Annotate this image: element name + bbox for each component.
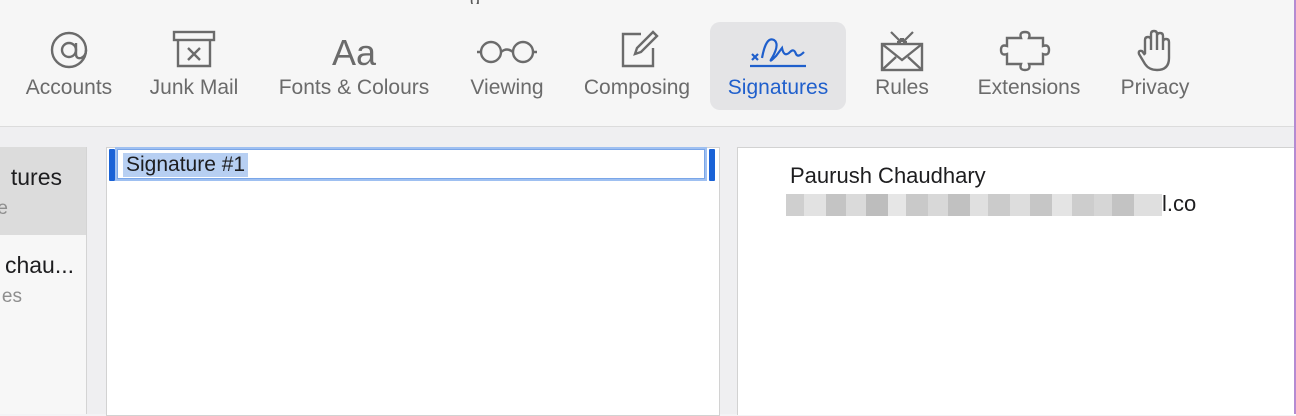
compose-pencil-icon <box>570 28 704 72</box>
signature-name-text: Signature #1 <box>123 153 249 177</box>
tab-rules[interactable]: Rules <box>860 22 944 110</box>
selection-indicator <box>109 149 115 181</box>
tab-viewing[interactable]: Viewing <box>458 22 556 110</box>
tab-extensions[interactable]: Extensions <box>964 22 1094 110</box>
tab-junk-mail[interactable]: Junk Mail <box>138 22 250 110</box>
tab-fonts-colours-label: Fonts & Colours <box>278 76 430 99</box>
at-sign-icon <box>14 28 124 72</box>
preferences-toolbar: g Accounts Junk Mail Aa Fon <box>0 0 1296 127</box>
list-item-all-signatures[interactable]: tures e <box>0 147 86 235</box>
accounts-list: tures e chau... es <box>0 147 87 414</box>
signature-icon <box>710 28 846 72</box>
tab-viewing-label: Viewing <box>470 76 544 99</box>
signature-editor[interactable]: Paurush Chaudhary l.co <box>737 147 1296 415</box>
tab-composing[interactable]: Composing <box>570 22 704 110</box>
signatures-list: Signature #1 <box>106 147 720 416</box>
tab-accounts-label: Accounts <box>25 76 113 99</box>
tab-composing-label: Composing <box>583 76 691 99</box>
account-subtitle: es <box>1 286 22 307</box>
font-aa-icon: Aa <box>264 28 444 72</box>
signature-name-field[interactable]: Signature #1 <box>117 149 705 179</box>
envelope-rules-icon <box>860 28 944 72</box>
tab-accounts[interactable]: Accounts <box>14 22 124 110</box>
list-item-signature[interactable]: Signature #1 <box>109 149 715 181</box>
svg-text:Aa: Aa <box>332 32 377 72</box>
hand-icon <box>1108 28 1202 72</box>
tab-privacy-label: Privacy <box>1120 76 1190 99</box>
email-visible-suffix: l.co <box>1162 191 1197 216</box>
account-name: tures <box>10 164 62 190</box>
account-subtitle: e <box>0 198 8 220</box>
signature-name-line: Paurush Chaudhary <box>790 163 986 188</box>
tab-signatures[interactable]: Signatures <box>710 22 846 110</box>
junk-tray-icon <box>138 28 250 72</box>
glasses-icon <box>458 28 556 72</box>
account-name: chau... <box>4 252 74 278</box>
selection-indicator <box>709 149 715 181</box>
tab-rules-label: Rules <box>875 76 929 99</box>
puzzle-icon <box>964 28 1094 72</box>
tab-signatures-label: Signatures <box>727 76 829 99</box>
redacted-email <box>786 194 1164 216</box>
signatures-content: tures e chau... es Signature #1 Paurush … <box>0 127 1296 416</box>
tab-junk-mail-label: Junk Mail <box>149 76 239 99</box>
tab-extensions-label: Extensions <box>977 76 1081 99</box>
tab-privacy[interactable]: Privacy <box>1108 22 1202 110</box>
list-item-account[interactable]: chau... es <box>0 235 86 323</box>
tab-fonts-colours[interactable]: Aa Fonts & Colours <box>264 22 444 110</box>
window-title: g <box>470 0 620 4</box>
